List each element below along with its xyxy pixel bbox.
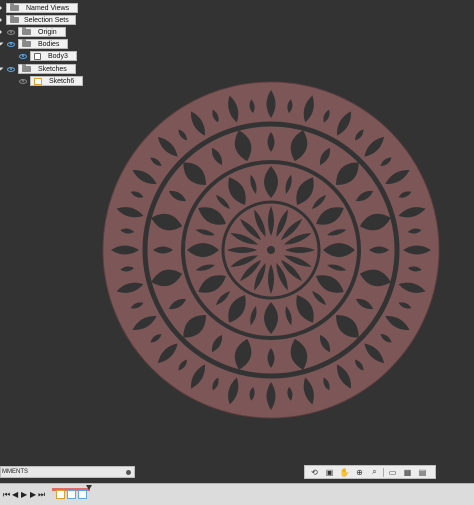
sketch-icon bbox=[34, 77, 42, 85]
tree-node-selection-sets[interactable]: Selection Sets bbox=[0, 15, 76, 25]
collapse-arrow-icon[interactable] bbox=[0, 67, 4, 71]
selection-sets-label: Selection Sets bbox=[24, 16, 69, 24]
comments-add-icon[interactable] bbox=[126, 469, 131, 475]
body3-label-box: Body3 bbox=[30, 51, 77, 61]
expand-arrow-icon[interactable] bbox=[0, 17, 2, 23]
navigation-toolbar: ⟲ ▣ ✋ ⊕ ⌕ ▭ ▦ ▤ bbox=[304, 465, 436, 479]
folder-icon bbox=[22, 39, 31, 47]
body-icon bbox=[34, 52, 41, 60]
expand-arrow-icon[interactable] bbox=[0, 29, 2, 35]
fit-icon[interactable]: ⌕ bbox=[368, 467, 381, 477]
sketches-label: Sketches bbox=[38, 65, 67, 73]
timeline-marker-icon[interactable] bbox=[86, 485, 92, 490]
tree-node-origin[interactable]: Origin bbox=[0, 27, 66, 37]
sketch6-label-box: Sketch6 bbox=[30, 76, 84, 86]
sketch-feature-icon[interactable] bbox=[56, 490, 65, 499]
tree-node-sketches[interactable]: Sketches bbox=[0, 64, 76, 74]
visibility-toggle[interactable] bbox=[6, 40, 15, 49]
display-settings-icon[interactable]: ▭ bbox=[386, 467, 399, 477]
mandala-disc[interactable] bbox=[102, 81, 440, 419]
eye-hidden-icon bbox=[6, 29, 15, 35]
expand-arrow-icon[interactable] bbox=[0, 5, 2, 11]
tree-node-named-views[interactable]: Named Views bbox=[0, 3, 79, 13]
visibility-toggle[interactable] bbox=[18, 52, 27, 61]
sketches-label-box: Sketches bbox=[18, 64, 76, 74]
folder-icon bbox=[22, 64, 31, 72]
eye-icon bbox=[6, 66, 15, 72]
origin-label-box: Origin bbox=[18, 27, 66, 37]
pan-icon[interactable]: ✋ bbox=[338, 467, 351, 477]
visibility-toggle[interactable] bbox=[6, 28, 15, 37]
comments-bar[interactable]: MMENTS bbox=[0, 466, 135, 478]
step-forward-icon[interactable]: ▶ bbox=[30, 491, 36, 499]
named-views-label: Named Views bbox=[26, 4, 70, 12]
origin-label: Origin bbox=[38, 28, 57, 36]
tree-node-sketch6[interactable]: Sketch6 bbox=[18, 76, 84, 86]
viewports-icon[interactable]: ▤ bbox=[416, 467, 429, 477]
eye-hidden-icon bbox=[18, 78, 27, 84]
bodies-label: Bodies bbox=[38, 40, 60, 48]
tree-node-body3[interactable]: Body3 bbox=[18, 51, 77, 61]
named-views-label-box: Named Views bbox=[6, 3, 79, 13]
go-start-icon[interactable]: ⏮ bbox=[3, 491, 10, 499]
timeline: ⏮ ◀ ▶ ▶ ⏭ bbox=[0, 483, 474, 505]
cut-feature-icon[interactable] bbox=[78, 490, 87, 499]
visibility-toggle[interactable] bbox=[18, 77, 27, 86]
toolbar-divider bbox=[383, 467, 384, 477]
orbit-icon[interactable]: ⟲ bbox=[308, 467, 321, 477]
mandala-body[interactable] bbox=[101, 80, 441, 420]
go-end-icon[interactable]: ⏭ bbox=[38, 491, 45, 499]
tree-node-bodies[interactable]: Bodies bbox=[0, 39, 69, 49]
bodies-label-box: Bodies bbox=[18, 39, 69, 49]
extrude-feature-icon[interactable] bbox=[67, 490, 76, 499]
collapse-arrow-icon[interactable] bbox=[0, 42, 4, 46]
zoom-icon[interactable]: ⊕ bbox=[353, 467, 366, 477]
visibility-toggle[interactable] bbox=[6, 65, 15, 74]
grid-icon[interactable]: ▦ bbox=[401, 467, 414, 477]
sketch6-label: Sketch6 bbox=[49, 77, 75, 85]
eye-icon bbox=[6, 41, 15, 47]
selection-sets-label-box: Selection Sets bbox=[6, 15, 76, 25]
body3-label: Body3 bbox=[48, 52, 68, 60]
step-back-icon[interactable]: ◀ bbox=[12, 491, 18, 499]
comments-label: MMENTS bbox=[2, 469, 28, 475]
eye-icon bbox=[18, 53, 27, 59]
folder-icon bbox=[10, 3, 19, 11]
folder-icon bbox=[10, 15, 19, 23]
folder-icon bbox=[22, 27, 31, 35]
play-icon[interactable]: ▶ bbox=[21, 491, 27, 499]
look-at-icon[interactable]: ▣ bbox=[323, 467, 336, 477]
